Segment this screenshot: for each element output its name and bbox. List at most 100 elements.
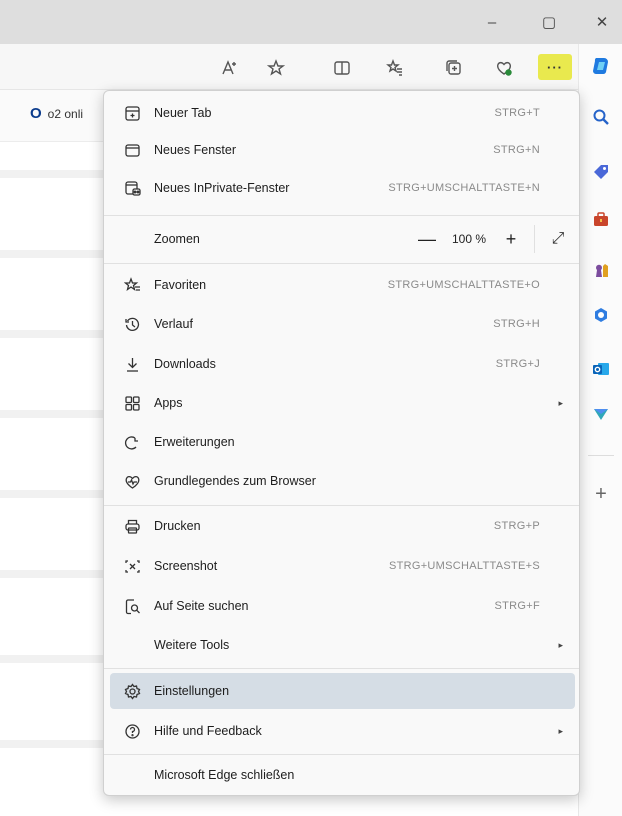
microsoft365-button[interactable] [589, 303, 613, 327]
menu-item-label: Hilfe und Feedback [154, 724, 262, 738]
zoom-level: 100 % [451, 232, 487, 246]
outlook-button[interactable] [589, 357, 613, 381]
search-sidebar-button[interactable] [589, 105, 613, 129]
games-button[interactable] [589, 258, 613, 282]
zoom-controls: — 100 % + ⤢ [410, 221, 575, 257]
screenshot-icon [122, 556, 142, 576]
inprivate-icon [122, 178, 142, 198]
download-icon [122, 354, 142, 374]
shopping-button[interactable] [589, 160, 613, 184]
menu-divider [104, 668, 579, 669]
split-screen-button[interactable] [329, 55, 355, 81]
menu-item-print[interactable]: Drucken STRG+P [110, 508, 575, 544]
menu-item-find-on-page[interactable]: Auf Seite suchen STRG+F [110, 588, 575, 624]
title-bar: – ▢ ✕ [0, 0, 622, 44]
favorite-o2[interactable]: O o2 onli [30, 105, 83, 122]
menu-item-label: Grundlegendes zum Browser [154, 474, 316, 488]
menu-item-new-inprivate-window[interactable]: Neues InPrivate-Fenster STRG+UMSCHALTTAS… [110, 170, 575, 206]
close-window-button[interactable]: ✕ [588, 10, 616, 34]
menu-item-label: Auf Seite suchen [154, 599, 249, 613]
collections-icon [446, 60, 461, 75]
menu-divider [104, 754, 579, 755]
find-icon [122, 596, 142, 616]
menu-item-help-feedback[interactable]: Hilfe und Feedback ▸ [110, 713, 575, 749]
settings-and-more-menu: Neuer Tab STRG+T Neues Fenster STRG+N Ne… [103, 90, 580, 796]
menu-item-new-window[interactable]: Neues Fenster STRG+N [110, 132, 575, 168]
menu-item-extensions[interactable]: Erweiterungen [110, 424, 575, 460]
new-tab-icon [122, 103, 142, 123]
menu-item-shortcut: STRG+UMSCHALTTASTE+N [388, 182, 540, 194]
read-aloud-button[interactable] [216, 55, 242, 81]
menu-item-downloads[interactable]: Downloads STRG+J [110, 346, 575, 382]
menu-item-new-tab[interactable]: Neuer Tab STRG+T [110, 95, 575, 131]
more-icon: ··· [547, 59, 563, 75]
tag-icon [594, 165, 608, 179]
search-icon [593, 109, 609, 125]
help-icon [122, 721, 142, 741]
menu-item-close-edge[interactable]: Microsoft Edge schließen [110, 757, 575, 793]
collections-button[interactable] [441, 55, 467, 81]
briefcase-icon [594, 212, 608, 226]
split-screen-icon [334, 61, 350, 75]
menu-item-label: Microsoft Edge schließen [154, 768, 295, 782]
apps-icon [122, 393, 142, 413]
menu-item-shortcut: STRG+T [494, 107, 540, 119]
menu-item-apps[interactable]: Apps ▸ [110, 385, 575, 421]
menu-item-label: Erweiterungen [154, 435, 235, 449]
add-favorite-button[interactable] [263, 55, 289, 81]
drop-button[interactable] [589, 402, 613, 426]
chess-icon [596, 264, 608, 277]
heart-pulse-icon [496, 61, 512, 76]
menu-item-shortcut: STRG+F [494, 600, 540, 612]
sidebar-divider [588, 455, 614, 456]
menu-item-settings[interactable]: Einstellungen [110, 673, 575, 709]
menu-item-label: Apps [154, 396, 183, 410]
history-icon [122, 314, 142, 334]
browser-essentials-button[interactable] [491, 55, 517, 81]
fullscreen-button[interactable]: ⤢ [541, 230, 575, 248]
print-icon [122, 516, 142, 536]
favorites-button[interactable] [382, 55, 408, 81]
menu-item-label: Zoomen [154, 232, 200, 246]
new-window-icon [122, 140, 142, 160]
menu-item-shortcut: STRG+J [495, 358, 540, 370]
menu-item-screenshot[interactable]: Screenshot STRG+UMSCHALTTASTE+S [110, 548, 575, 584]
menu-item-label: Drucken [154, 519, 201, 533]
menu-item-label: Favoriten [154, 278, 207, 292]
menu-item-label: Weitere Tools [154, 638, 230, 652]
settings-and-more-button[interactable]: ··· [538, 54, 572, 80]
o2-logo-icon: O [30, 105, 42, 122]
add-sidebar-app-button[interactable]: + [589, 482, 613, 506]
outlook-icon [593, 363, 609, 375]
zoom-divider [534, 225, 535, 253]
browser-essentials-icon [122, 471, 142, 491]
menu-item-shortcut: STRG+N [493, 144, 540, 156]
menu-item-favorites[interactable]: Favoriten STRG+UMSCHALTTASTE+O [110, 267, 575, 303]
settings-icon [122, 681, 142, 701]
menu-item-more-tools[interactable]: Weitere Tools ▸ [110, 627, 575, 663]
plus-icon: + [595, 482, 607, 505]
menu-item-label: Neues InPrivate-Fenster [154, 181, 290, 195]
minimize-icon: – [487, 13, 497, 31]
star-icon [267, 59, 285, 76]
menu-item-shortcut: STRG+UMSCHALTTASTE+S [388, 560, 540, 572]
send-icon [594, 409, 608, 420]
menu-item-history[interactable]: Verlauf STRG+H [110, 306, 575, 342]
copilot-icon [593, 58, 608, 75]
close-icon: ✕ [595, 14, 609, 31]
favorite-label: o2 onli [47, 106, 84, 121]
menu-item-label: Neuer Tab [154, 106, 212, 120]
menu-divider [104, 215, 579, 216]
minimize-button[interactable]: – [478, 10, 506, 34]
menu-item-label: Neues Fenster [154, 143, 236, 157]
menu-divider [104, 505, 579, 506]
restore-button[interactable]: ▢ [535, 10, 563, 34]
microsoft365-icon [595, 308, 607, 322]
menu-item-browser-essentials[interactable]: Grundlegendes zum Browser [110, 463, 575, 499]
favorites-icon [122, 275, 142, 295]
zoom-in-button[interactable]: + [494, 229, 528, 250]
copilot-button[interactable] [589, 54, 613, 78]
zoom-out-button[interactable]: — [410, 229, 444, 250]
tools-button[interactable] [589, 207, 613, 231]
menu-item-label: Einstellungen [154, 684, 230, 698]
